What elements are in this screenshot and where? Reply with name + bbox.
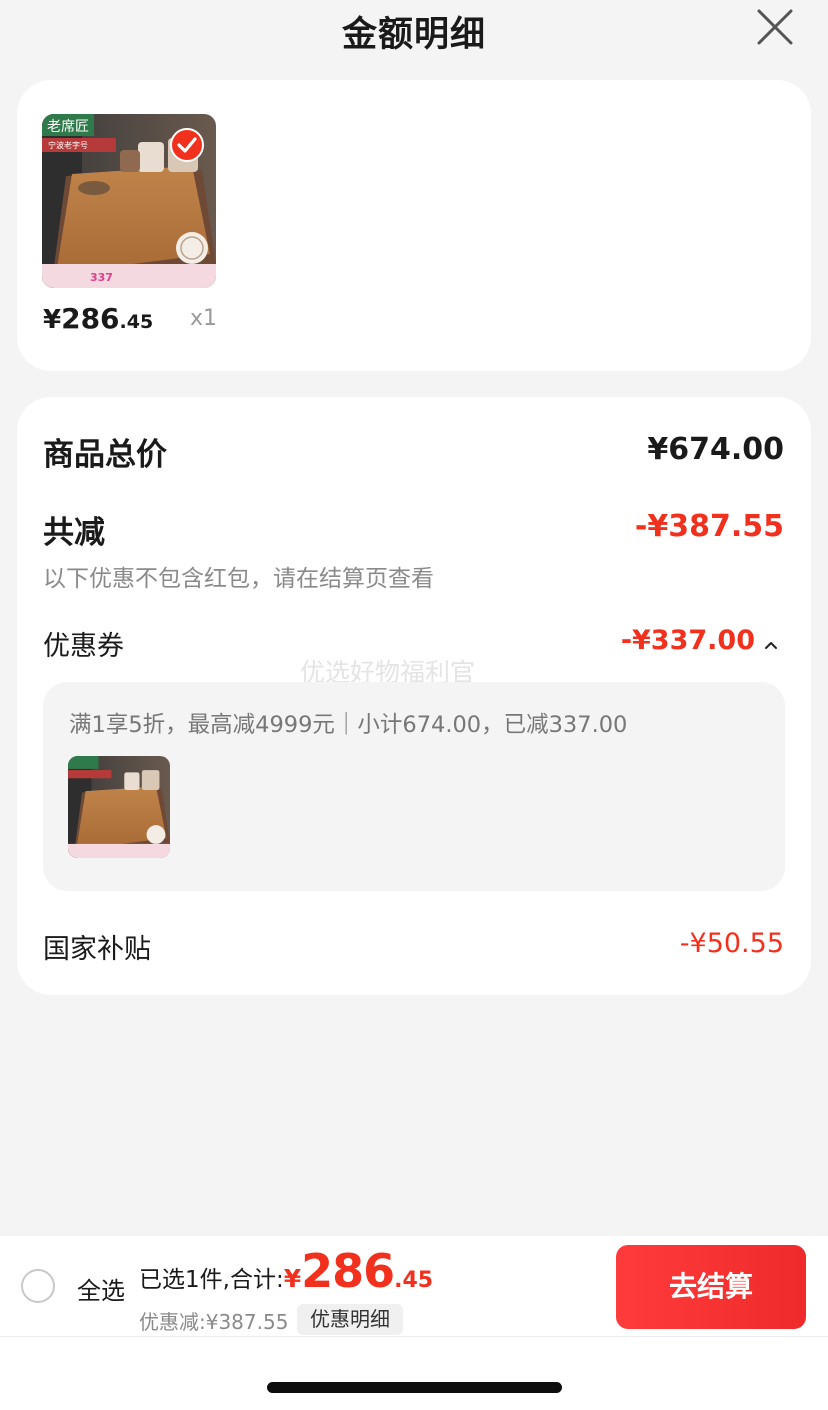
subsidy-value: -¥50.55 [679,928,784,959]
selected-total: 已选1件,合计:¥286.45 [139,1244,434,1298]
coupon-detail-text: 满1享5折，最高减4999元｜小计674.00，已减337.00 [69,712,628,738]
select-all-radio[interactable] [21,1269,55,1303]
checkout-button[interactable]: 去结算 [616,1245,806,1329]
discount-summary: 优惠减:¥387.55 [139,1310,289,1334]
product-price: ¥286.45 [43,302,154,335]
reduction-value: -¥387.55 [634,509,784,544]
subsidy-label: 国家补贴 [43,934,151,965]
home-indicator [267,1382,562,1393]
chevron-up-icon [765,641,777,649]
product-image[interactable]: 老席匠 宁波老字号 337 [42,114,216,288]
svg-text:337: 337 [90,271,113,284]
selected-check-icon[interactable] [170,128,204,162]
svg-text:宁波老字号: 宁波老字号 [48,140,88,150]
coupon-value: -¥337.00 [620,625,755,656]
total-price-value: ¥674.00 [647,432,784,467]
svg-text:老席匠: 老席匠 [47,119,89,135]
coupon-label: 优惠券 [43,631,124,662]
product-card: 老席匠 宁波老字号 337 ¥286.45 x1 [17,80,811,371]
product-quantity: x1 [190,306,218,331]
reduction-note: 以下优惠不包含红包，请在结算页查看 [43,566,434,592]
page-title: 金额明细 [341,15,486,55]
close-icon[interactable] [756,8,794,46]
bottom-safe-area [0,1337,828,1410]
coupon-product-image [68,756,170,858]
total-price-label: 商品总价 [43,437,167,473]
amount-summary-card: 商品总价 ¥674.00 共减 -¥387.55 以下优惠不包含红包，请在结算页… [17,397,811,995]
header: 金额明细 [0,0,828,60]
coupon-detail-panel: 满1享5折，最高减4999元｜小计674.00，已减337.00 [43,682,785,891]
checkout-bar: 全选 已选1件,合计:¥286.45 优惠减:¥387.55 优惠明细 去结算 [0,1236,828,1337]
discount-detail-button[interactable]: 优惠明细 [297,1304,403,1335]
reduction-label: 共减 [43,515,105,551]
coupon-toggle[interactable]: -¥337.00 [621,625,779,656]
bed-mat-thumbnail [68,756,170,858]
select-all-label[interactable]: 全选 [77,1271,125,1306]
